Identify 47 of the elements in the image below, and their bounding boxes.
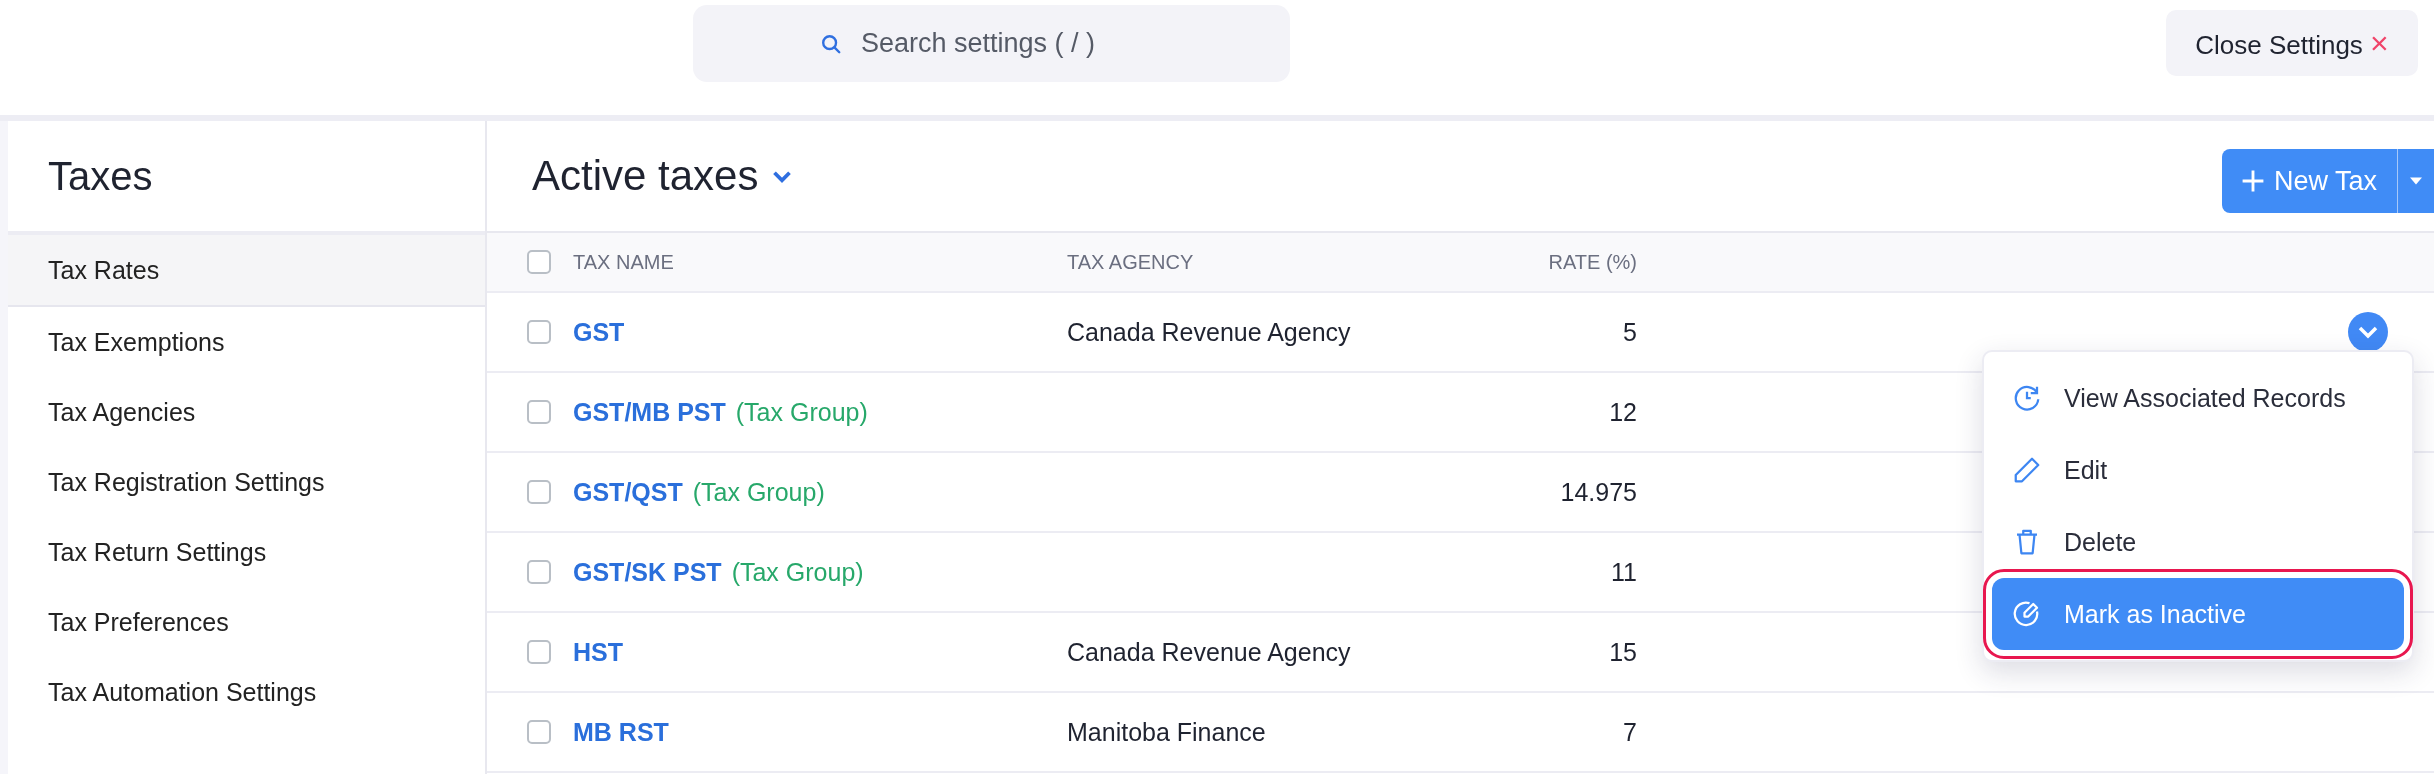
sidebar-item[interactable]: Tax Rates xyxy=(8,235,485,307)
new-tax-dropdown-button[interactable] xyxy=(2398,149,2434,213)
caret-icon xyxy=(2410,177,2422,185)
tax-group-label: (Tax Group) xyxy=(735,397,868,427)
column-header: TAX AGENCY xyxy=(1067,250,1195,274)
tax-name-link[interactable]: MB RST xyxy=(573,717,669,747)
row-checkbox[interactable] xyxy=(527,480,551,504)
row-checkbox[interactable] xyxy=(527,320,551,344)
tax-name-link[interactable]: HST xyxy=(573,637,623,667)
table-cell: 15 xyxy=(1609,637,1637,666)
pencil-icon xyxy=(2012,455,2042,485)
row-checkbox[interactable] xyxy=(527,720,551,744)
tax-name-link[interactable]: GST/SK PST xyxy=(573,557,722,587)
row-checkbox[interactable] xyxy=(527,640,551,664)
table-cell: 5 xyxy=(1623,317,1637,346)
tax-group-label: (Tax Group) xyxy=(692,477,825,507)
close-settings-button[interactable]: Close Settings × xyxy=(2166,10,2418,76)
table-cell: 12 xyxy=(1609,397,1637,426)
tax-name-link[interactable]: GST xyxy=(573,317,625,347)
search-field[interactable]: Search settings ( / ) xyxy=(693,5,1290,82)
select-all-checkbox[interactable] xyxy=(527,250,551,274)
row-checkbox[interactable] xyxy=(527,560,551,584)
sidebar-item[interactable]: Tax Preferences xyxy=(8,587,485,657)
table-cell: Canada Revenue Agency xyxy=(1067,317,1351,346)
sidebar-item[interactable]: Tax Agencies xyxy=(8,377,485,447)
sidebar-item[interactable]: Tax Registration Settings xyxy=(8,447,485,517)
chevron-down-icon[interactable] xyxy=(772,169,793,183)
menu-item[interactable]: Delete xyxy=(1992,506,2404,578)
row-actions-icon[interactable] xyxy=(2348,312,2388,352)
tax-name-link[interactable]: GST/MB PST xyxy=(573,397,726,427)
tax-name-link[interactable]: GST/QST xyxy=(573,477,683,507)
column-header: RATE (%) xyxy=(1547,250,1637,274)
sidebar-item[interactable]: Tax Return Settings xyxy=(8,517,485,587)
column-header: TAX NAME xyxy=(573,250,675,274)
table-cell: 7 xyxy=(1623,717,1637,746)
table-cell: Manitoba Finance xyxy=(1067,717,1266,746)
row-checkbox[interactable] xyxy=(527,400,551,424)
sidebar-item[interactable]: Tax Automation Settings xyxy=(8,657,485,727)
table-cell: 14.975 xyxy=(1560,477,1637,506)
sidebar-item[interactable]: Tax Exemptions xyxy=(8,307,485,377)
page-title: Active taxes xyxy=(532,152,759,200)
table-cell: 11 xyxy=(1611,557,1637,586)
clock-icon xyxy=(2012,383,2042,413)
menu-item[interactable]: Edit xyxy=(1992,434,2404,506)
tax-group-label: (Tax Group) xyxy=(731,557,864,587)
menu-item[interactable]: View Associated Records xyxy=(1992,362,2404,434)
table-cell: Canada Revenue Agency xyxy=(1067,637,1351,666)
